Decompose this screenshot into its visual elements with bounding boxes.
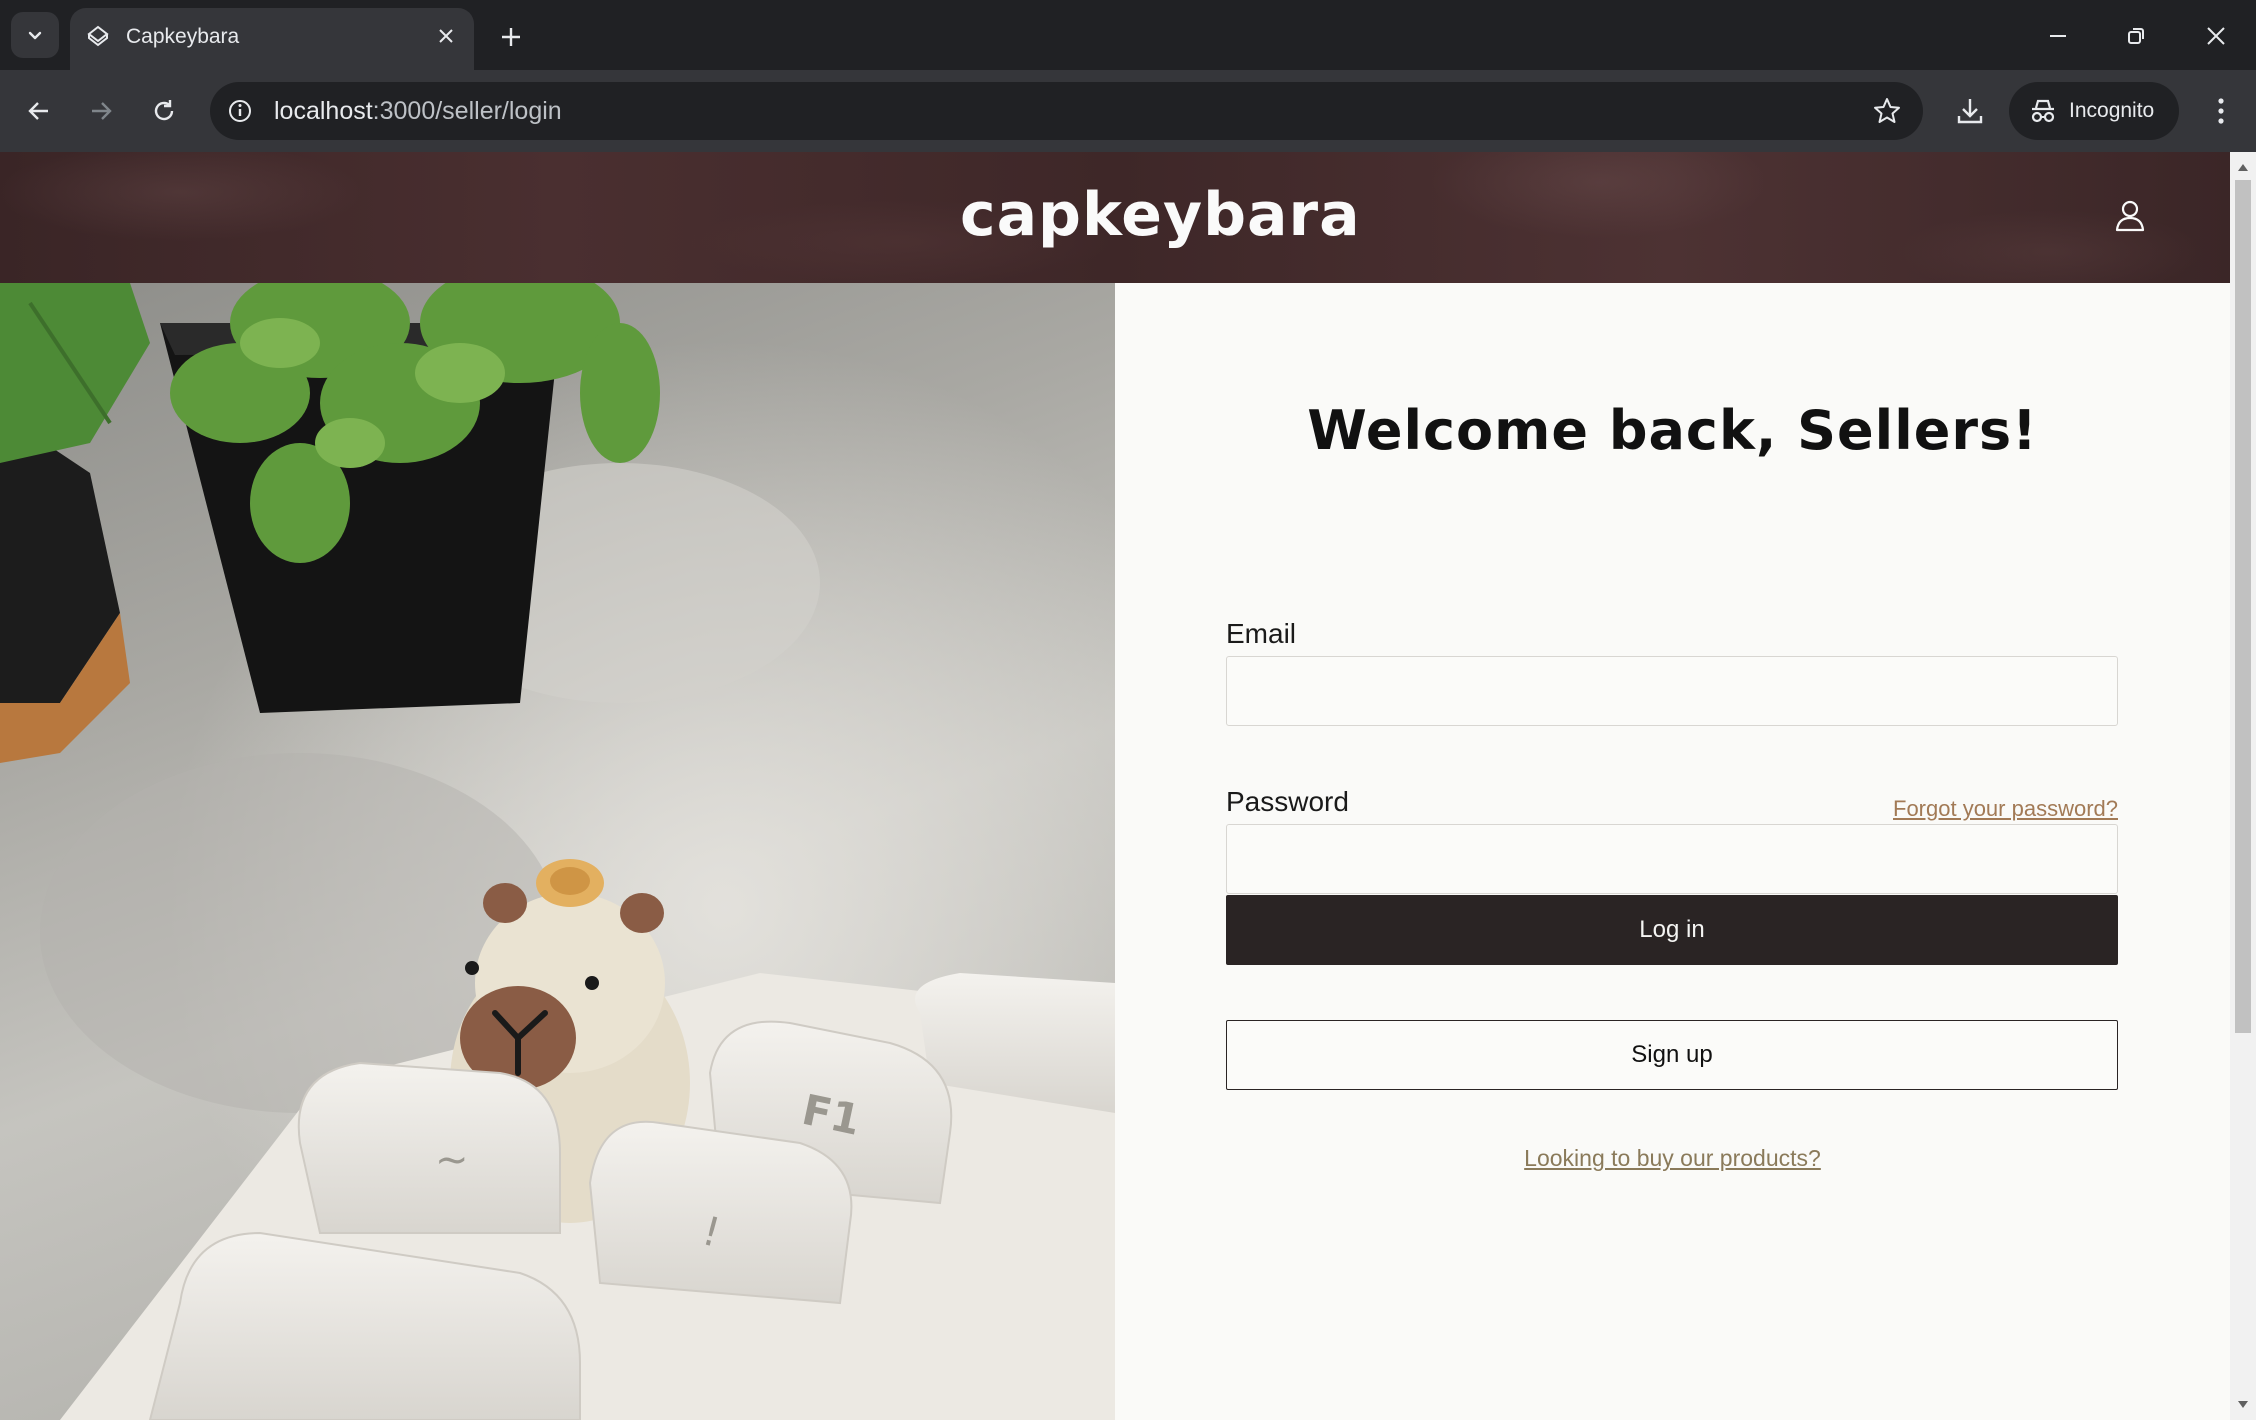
download-icon [1957,99,1983,124]
buyer-site-link[interactable]: Looking to buy our products? [1115,1145,2230,1172]
capybara-keycap-photo: F1 ~ ! [0,283,1115,1420]
arrow-right-icon [92,102,112,120]
user-icon [2115,200,2145,232]
scroll-down-button[interactable] [2230,1394,2256,1416]
page-title: Welcome back, Sellers! [1307,399,2038,462]
incognito-icon [2031,99,2055,123]
back-button[interactable] [18,90,60,132]
minimize-icon [2050,35,2066,37]
email-field[interactable] [1226,656,2118,726]
password-label: Password [1226,786,1349,817]
scroll-up-button[interactable] [2230,156,2256,178]
login-button[interactable]: Log in [1226,895,2118,965]
new-tab-button[interactable] [494,20,528,54]
close-icon [2207,27,2225,45]
web-page: capkeybara F1 ~ ! Welcome back, Sellers!… [0,152,2230,1420]
reload-icon [154,100,174,121]
browser-menu-button[interactable] [2206,90,2236,132]
chevron-down-icon [28,31,42,40]
password-field[interactable] [1226,824,2118,894]
forgot-password-link[interactable]: Forgot your password? [1893,796,2118,822]
scrollbar-thumb[interactable] [2235,180,2251,1033]
incognito-label: Incognito [2069,99,2155,122]
triangle-up-icon [2238,164,2248,171]
more-vertical-icon [2218,98,2224,124]
minimize-button[interactable] [2038,16,2078,56]
tab-title: Capkeybara [126,25,240,48]
brand-logo[interactable]: capkeybara [960,180,1361,250]
info-icon [229,100,251,122]
capybara-favicon-icon [87,25,109,47]
url-text: localhost:3000/seller/login [274,97,562,125]
arrow-left-icon [28,102,48,120]
site-info-button[interactable] [224,95,256,127]
browser-tabstrip: Capkeybara [0,0,2256,70]
browser-toolbar: localhost:3000/seller/login Incognito [0,70,2256,152]
restore-icon [2128,28,2144,44]
triangle-down-icon [2238,1401,2248,1408]
bookmark-button[interactable] [1871,95,1903,127]
tab-search-button[interactable] [11,12,59,58]
star-icon [1874,98,1900,123]
plus-icon [502,28,520,46]
tab-close-button[interactable] [432,22,460,50]
page-scrollbar[interactable] [2230,152,2256,1420]
hero-image: F1 ~ ! [0,283,1115,1420]
browser-tab[interactable]: Capkeybara [70,8,474,70]
reload-button[interactable] [143,90,185,132]
site-header: capkeybara [0,152,2230,283]
close-icon [439,29,453,43]
downloads-button[interactable] [1950,90,1990,132]
email-label: Email [1226,618,1297,649]
forward-button[interactable] [80,90,122,132]
account-button[interactable] [2110,196,2150,236]
svg-text:~: ~ [435,1137,469,1183]
login-form-panel: Welcome back, Sellers! Email Password Fo… [1115,283,2230,1420]
window-close-button[interactable] [2196,16,2236,56]
incognito-indicator[interactable]: Incognito [2009,82,2179,140]
restore-button[interactable] [2116,16,2156,56]
address-bar[interactable]: localhost:3000/seller/login [210,82,1923,140]
signup-button[interactable]: Sign up [1226,1020,2118,1090]
